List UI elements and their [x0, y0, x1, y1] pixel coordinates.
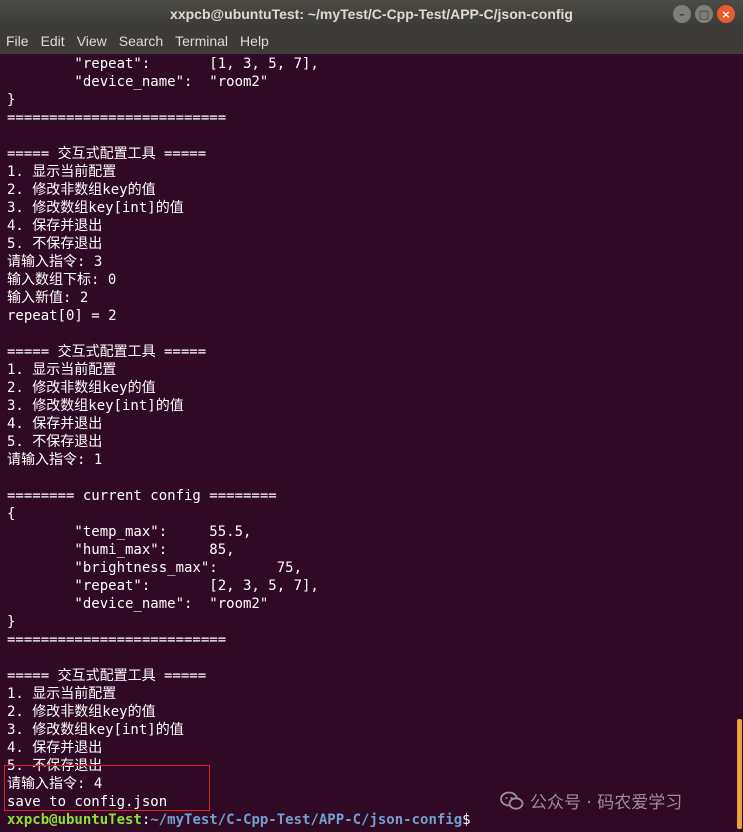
terminal-line: ======== current config ======== [7, 488, 277, 504]
terminal-line: "repeat": [1, 3, 5, 7], [7, 56, 319, 72]
menu-bar: File Edit View Search Terminal Help [0, 28, 743, 54]
title-bar: xxpcb@ubuntuTest: ~/myTest/C-Cpp-Test/AP… [0, 0, 743, 28]
menu-help[interactable]: Help [240, 33, 269, 49]
terminal-line: "humi_max": 85, [7, 542, 235, 558]
prompt-path: ~/myTest/C-Cpp-Test/APP-C/json-config [150, 812, 463, 828]
terminal-line: 请输入指令: 1 [7, 452, 103, 468]
menu-view[interactable]: View [77, 33, 107, 49]
terminal-line: 5. 不保存退出 [7, 236, 103, 252]
terminal-line: } [7, 614, 16, 630]
prompt-symbol: $ [462, 812, 471, 828]
terminal-line: 1. 显示当前配置 [7, 686, 117, 702]
terminal-line: 4. 保存并退出 [7, 416, 103, 432]
terminal-line: 3. 修改数组key[int]的值 [7, 200, 184, 216]
terminal-line: "brightness_max": 75, [7, 560, 303, 576]
scrollbar[interactable] [735, 54, 743, 832]
menu-file[interactable]: File [6, 33, 29, 49]
terminal-line: 3. 修改数组key[int]的值 [7, 722, 184, 738]
terminal-line: 3. 修改数组key[int]的值 [7, 398, 184, 414]
watermark-text: 公众号 · 码农爱学习 [530, 793, 683, 813]
prompt-user: xxpcb@ubuntuTest [7, 812, 142, 828]
terminal-output[interactable]: "repeat": [1, 3, 5, 7], "device_name": "… [0, 54, 735, 832]
terminal-line: repeat[0] = 2 [7, 308, 117, 324]
terminal-line: 5. 不保存退出 [7, 758, 103, 774]
terminal-line: 4. 保存并退出 [7, 740, 103, 756]
terminal-line: 1. 显示当前配置 [7, 164, 117, 180]
terminal-line: ===== 交互式配置工具 ===== [7, 668, 207, 684]
terminal-line: ========================== [7, 632, 227, 648]
terminal-line: 1. 显示当前配置 [7, 362, 117, 378]
terminal-line: "temp_max": 55.5, [7, 524, 252, 540]
terminal-line: 2. 修改非数组key的值 [7, 704, 156, 720]
terminal-line: 输入数组下标: 0 [7, 272, 117, 288]
terminal-line: "device_name": "room2" [7, 74, 269, 90]
terminal-line: "repeat": [2, 3, 5, 7], [7, 578, 319, 594]
terminal-line: 请输入指令: 3 [7, 254, 103, 270]
prompt-line: xxpcb@ubuntuTest:~/myTest/C-Cpp-Test/APP… [7, 811, 735, 829]
menu-edit[interactable]: Edit [41, 33, 65, 49]
terminal-line: ========================== [7, 110, 227, 126]
terminal-line: 5. 不保存退出 [7, 434, 103, 450]
terminal-line: ===== 交互式配置工具 ===== [7, 344, 207, 360]
menu-search[interactable]: Search [119, 33, 163, 49]
maximize-button[interactable]: □ [695, 5, 713, 23]
window-title: xxpcb@ubuntuTest: ~/myTest/C-Cpp-Test/AP… [170, 6, 573, 22]
wechat-icon [500, 791, 524, 810]
scrollbar-thumb[interactable] [737, 719, 742, 829]
close-icon: × [721, 7, 731, 21]
minimize-button[interactable]: – [673, 5, 691, 23]
terminal-line: { [7, 506, 16, 522]
window-controls: – □ × [673, 5, 735, 23]
watermark: 公众号 · 码农爱学习 [500, 788, 682, 813]
terminal-line: "device_name": "room2" [7, 596, 269, 612]
menu-terminal[interactable]: Terminal [175, 33, 228, 49]
terminal-line: ===== 交互式配置工具 ===== [7, 146, 207, 162]
terminal-line: 4. 保存并退出 [7, 218, 103, 234]
close-button[interactable]: × [717, 5, 735, 23]
terminal-line: 输入新值: 2 [7, 290, 89, 306]
terminal-window: xxpcb@ubuntuTest: ~/myTest/C-Cpp-Test/AP… [0, 0, 743, 832]
terminal-line: } [7, 92, 16, 108]
minimize-icon: – [679, 7, 685, 21]
terminal-line: 2. 修改非数组key的值 [7, 182, 156, 198]
terminal-line: 2. 修改非数组key的值 [7, 380, 156, 396]
maximize-icon: □ [698, 7, 710, 21]
